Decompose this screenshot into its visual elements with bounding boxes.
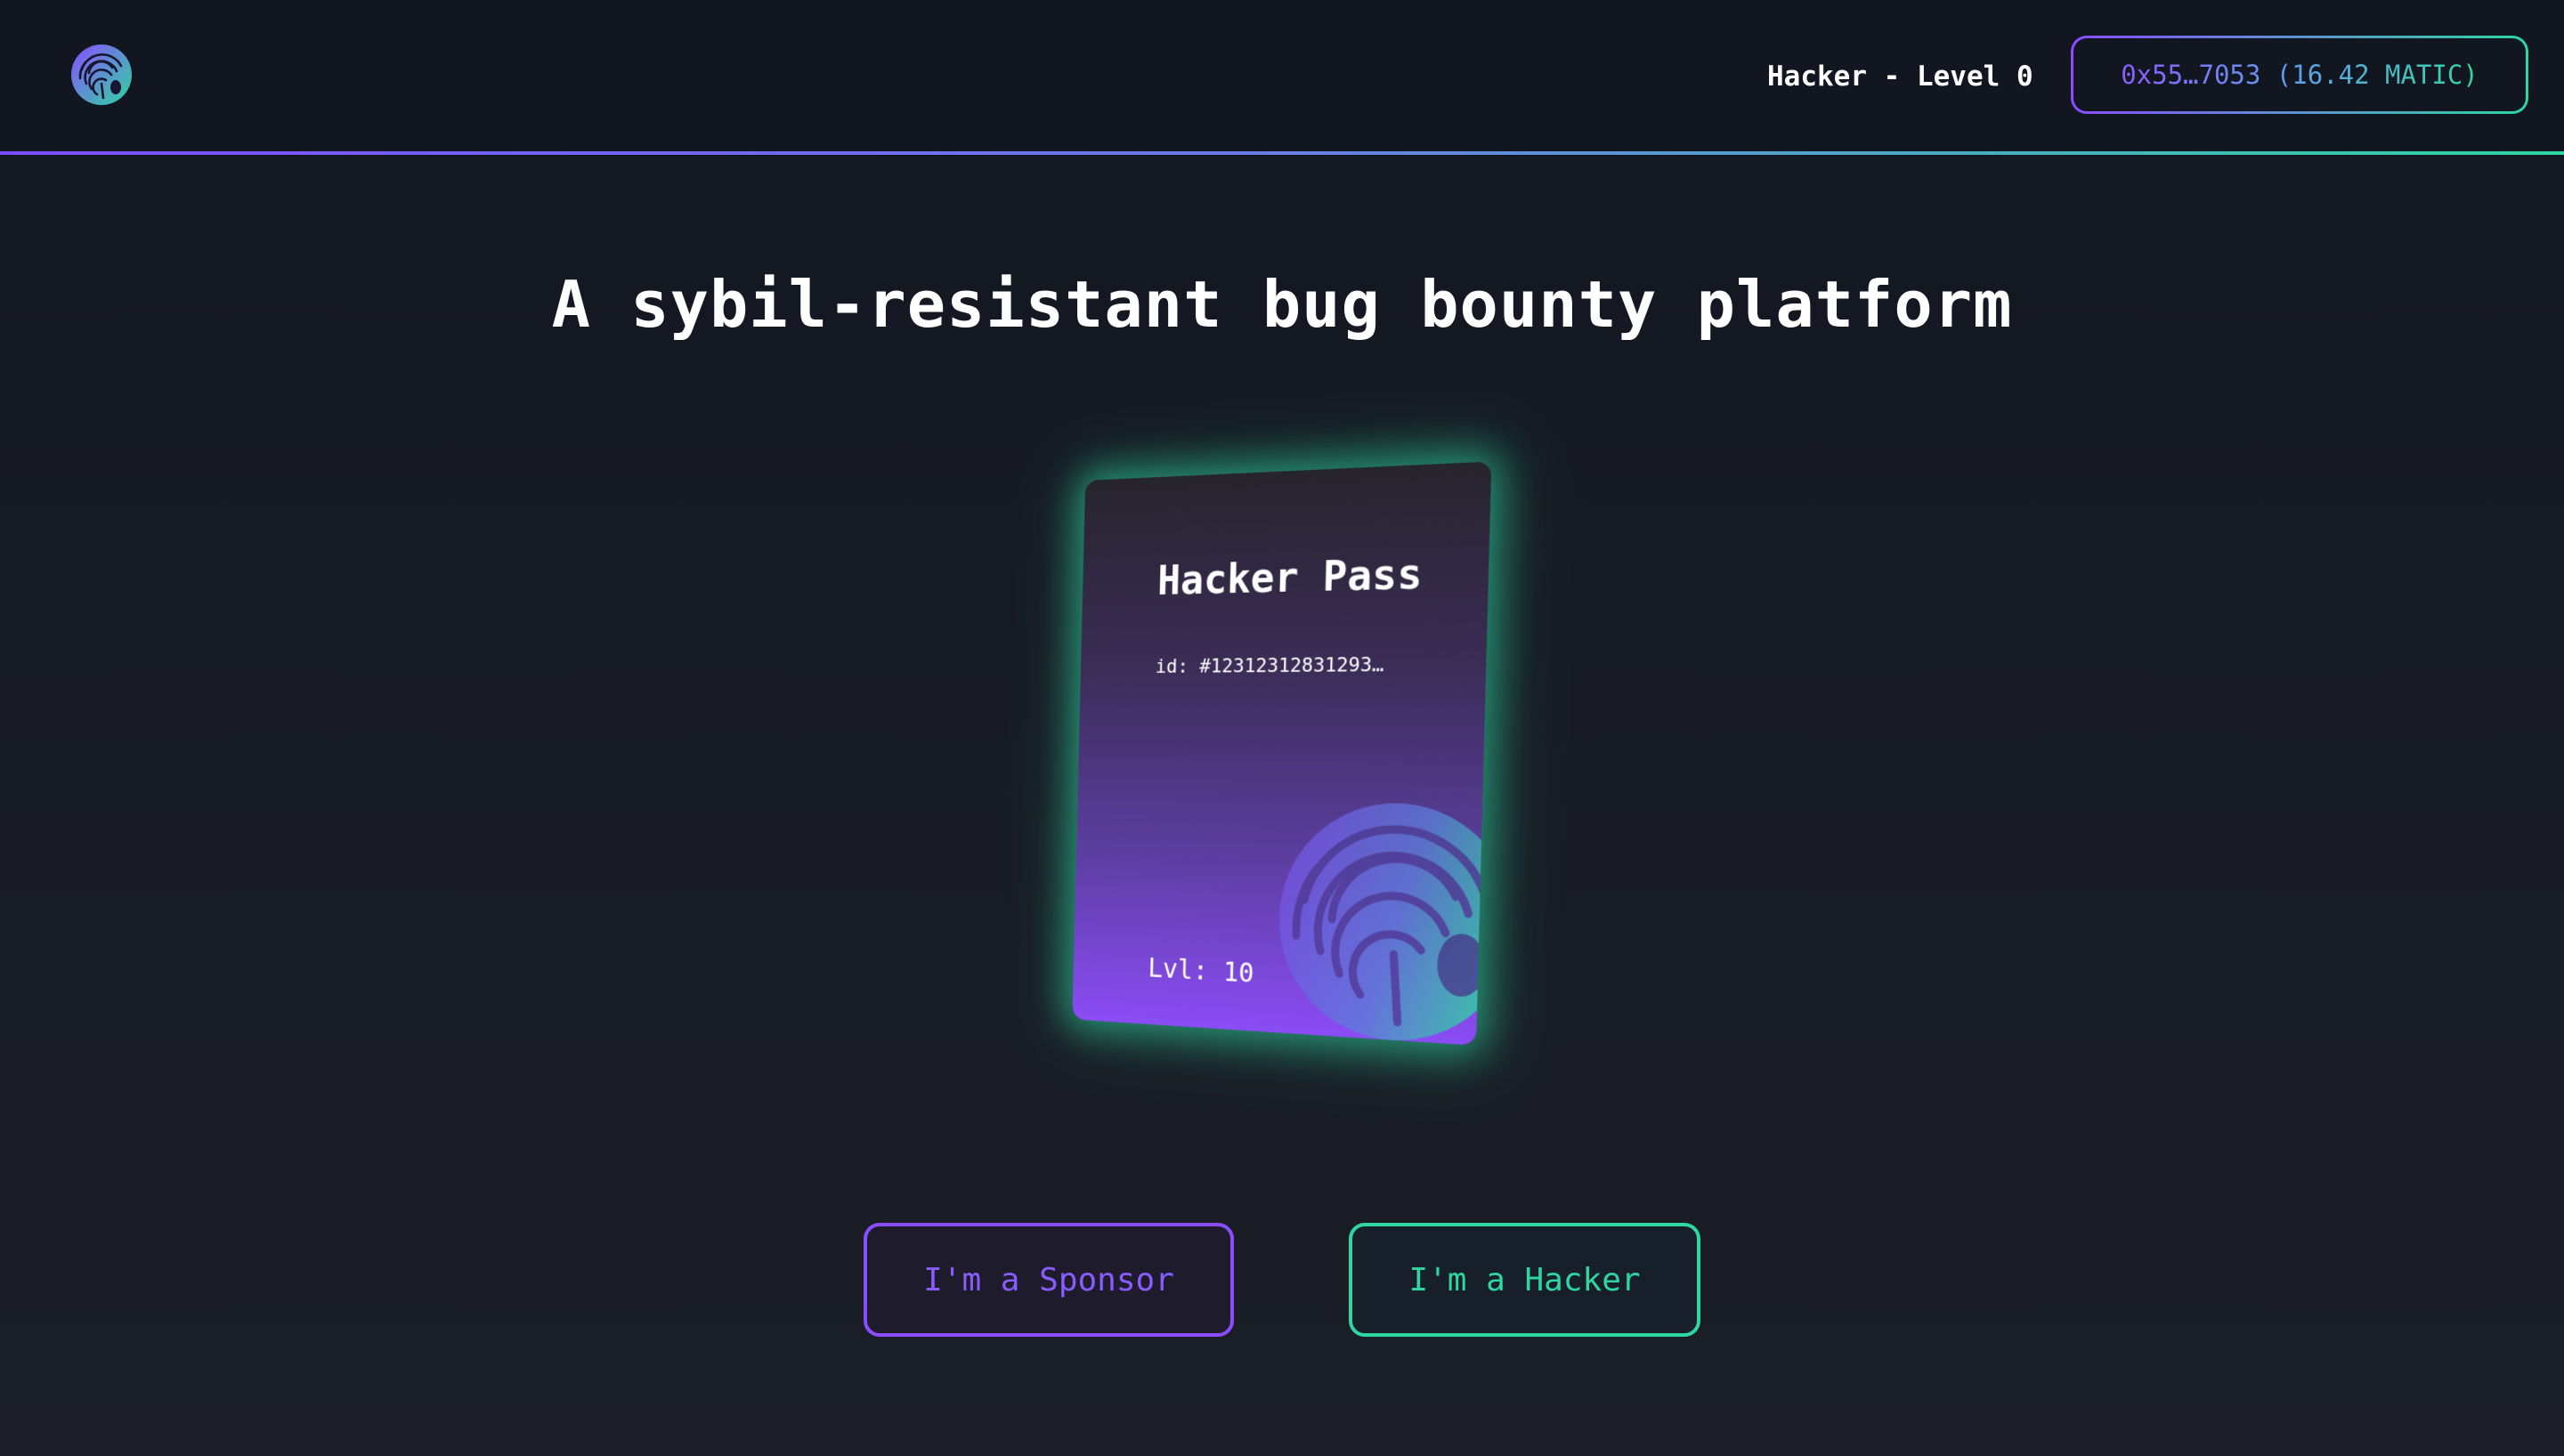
hero-title: A sybil-resistant bug bounty platform (551, 267, 2013, 342)
fingerprint-logo-icon[interactable] (69, 43, 134, 107)
top-nav-bar: Hacker - Level 0 0x55…7053 (16.42 MATIC) (0, 0, 2564, 157)
header-divider (0, 151, 2564, 155)
wallet-connect-button[interactable]: 0x55…7053 (16.42 MATIC) (2071, 36, 2528, 114)
sponsor-button[interactable]: I'm a Sponsor (864, 1223, 1234, 1337)
wallet-address-balance: 0x55…7053 (16.42 MATIC) (2121, 60, 2479, 90)
user-level-label: Hacker - Level 0 (1767, 61, 2033, 93)
hacker-pass-card[interactable]: Hacker Pass id: #12312312831293… Lvl: 10 (1072, 461, 1492, 1046)
wallet-button-inner: 0x55…7053 (16.42 MATIC) (2073, 38, 2526, 111)
hacker-pass-card-wrapper: Hacker Pass id: #12312312831293… Lvl: 10 (1065, 461, 1492, 1046)
hacker-button[interactable]: I'm a Hacker (1349, 1223, 1700, 1337)
card-id: id: #12312312831293… (1155, 653, 1384, 678)
fingerprint-bug-icon (1268, 792, 1492, 1046)
card-title: Hacker Pass (1156, 548, 1424, 604)
card-level: Lvl: 10 (1148, 952, 1255, 990)
